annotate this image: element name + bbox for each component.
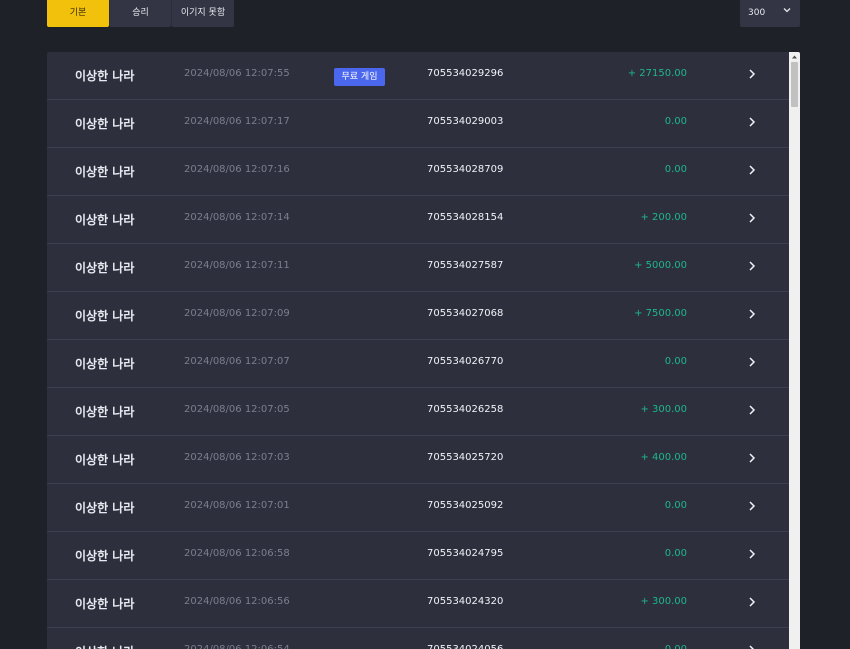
history-row[interactable]: 이상한 나라 2024/08/06 12:06:56 705534024320 + 3… [47, 580, 789, 628]
bet-time: 2024/08/06 12:07:07 [184, 356, 290, 367]
bet-time: 2024/08/06 12:06:56 [184, 596, 290, 607]
chevron-right-icon [749, 165, 756, 175]
chevron-right-icon [749, 405, 756, 415]
win-amount: 0.00 [664, 548, 687, 559]
game-name: 이상한 나라 [75, 643, 134, 649]
tab-default[interactable]: 기본 [47, 0, 109, 27]
game-name: 이상한 나라 [75, 405, 135, 419]
win-amount: + 7500.00 [634, 308, 687, 319]
game-name: 이상한 나라 [75, 597, 135, 611]
history-row[interactable]: 이상한 나라 2024/08/06 12:07:05 705534026258 + 3… [47, 388, 789, 436]
bet-time: 2024/08/06 12:06:58 [184, 548, 290, 559]
round-id: 705534025092 [427, 500, 504, 511]
bet-time: 2024/08/06 12:07:16 [184, 164, 290, 175]
game-name: 이상한 나라 [75, 117, 135, 131]
bet-time: 2024/08/06 12:07:55 [184, 68, 290, 79]
history-row[interactable]: 이상한 나라 2024/08/06 12:07:07 705534026770 0.0… [47, 340, 789, 388]
chevron-down-icon [783, 8, 791, 13]
bet-time: 2024/08/06 12:07:11 [184, 260, 290, 271]
chevron-right-icon [749, 69, 756, 79]
bet-time: 2024/08/06 12:07:01 [184, 500, 290, 511]
game-name: 이상한 나라 [75, 261, 135, 275]
chevron-right-icon [749, 645, 755, 649]
page-size-select[interactable]: 300 [740, 0, 800, 27]
round-id: 705534026770 [427, 356, 504, 367]
chevron-right-icon [749, 261, 756, 271]
win-amount: 0.00 [664, 500, 687, 511]
win-amount: 0.00 [664, 116, 687, 127]
round-id: 705534027068 [427, 308, 504, 319]
chevron-right-icon [749, 309, 756, 319]
win-amount: + 300.00 [640, 404, 687, 415]
history-row[interactable]: 이상한 나라 2024/08/06 12:06:58 705534024795 0.0… [47, 532, 789, 580]
history-row[interactable]: 이상한 나라 2024/08/06 12:07:17 705534029003 0.0… [47, 100, 789, 148]
bet-time: 2024/08/06 12:07:09 [184, 308, 290, 319]
round-id: 705534028154 [427, 212, 504, 223]
game-name: 이상한 나라 [75, 165, 135, 179]
bet-time: 2024/08/06 12:07:03 [184, 452, 290, 463]
game-name: 이상한 나라 [75, 501, 135, 515]
round-id: 705534026258 [427, 404, 504, 415]
round-id: 705534029296 [427, 68, 504, 79]
tab-win[interactable]: 승리 [109, 0, 171, 27]
win-amount: 0.00 [664, 164, 687, 175]
game-name: 이상한 나라 [75, 309, 135, 323]
round-id: 705534024320 [427, 596, 504, 607]
history-row[interactable]: 이상한 나라 2024/08/06 12:07:11 705534027587 + 5… [47, 244, 789, 292]
history-list: 이상한 나라 2024/08/06 12:07:55 무료 게임 7055340292… [47, 52, 800, 649]
history-row[interactable]: 이상한 나라 2024/08/06 12:07:55 무료 게임 7055340292… [47, 52, 789, 100]
chevron-right-icon [749, 357, 756, 367]
game-name: 이상한 나라 [75, 357, 135, 371]
bet-time: 2024/08/06 12:07:14 [184, 212, 290, 223]
scrollbar[interactable] [789, 52, 800, 649]
win-amount: + 200.00 [640, 212, 687, 223]
bet-time: 2024/08/06 12:07:05 [184, 404, 290, 415]
chevron-right-icon [749, 597, 756, 607]
tab-no-win[interactable]: 이기지 못함 [171, 0, 234, 27]
round-id: 705534029003 [427, 116, 504, 127]
game-name: 이상한 나라 [75, 549, 135, 563]
round-id: 705534027587 [427, 260, 504, 271]
round-id: 705534024795 [427, 548, 504, 559]
chevron-right-icon [749, 453, 756, 463]
win-amount: + 5000.00 [634, 260, 687, 271]
win-amount: 0.00 [665, 644, 687, 649]
game-name: 이상한 나라 [75, 213, 135, 227]
game-name: 이상한 나라 [75, 69, 135, 83]
bet-time: 2024/08/06 12:06:54 [184, 644, 290, 649]
scroll-up-arrow-icon[interactable] [789, 52, 800, 62]
win-amount: + 27150.00 [627, 68, 687, 79]
win-amount: + 400.00 [640, 452, 687, 463]
free-game-badge: 무료 게임 [334, 68, 385, 86]
win-amount: 0.00 [664, 356, 687, 367]
page-size-value: 300 [748, 8, 766, 18]
chevron-right-icon [749, 501, 756, 511]
win-amount: + 300.00 [640, 596, 687, 607]
game-name: 이상한 나라 [75, 453, 135, 467]
history-row[interactable]: 이상한 나라 2024/08/06 12:07:01 705534025092 0.0… [47, 484, 789, 532]
history-row[interactable]: 이상한 나라 2024/08/06 12:07:03 705534025720 + 4… [47, 436, 789, 484]
history-row[interactable]: 이상한 나라 2024/08/06 12:07:16 705534028709 0.0… [47, 148, 789, 196]
chevron-right-icon [749, 213, 756, 223]
scrollbar-thumb[interactable] [791, 62, 798, 107]
history-row[interactable]: 이상한 나라 2024/08/06 12:06:54 705534024056 0.0… [47, 628, 789, 649]
history-row[interactable]: 이상한 나라 2024/08/06 12:07:14 705534028154 + 2… [47, 196, 789, 244]
bet-time: 2024/08/06 12:07:17 [184, 116, 290, 127]
history-row[interactable]: 이상한 나라 2024/08/06 12:07:09 705534027068 + 7… [47, 292, 789, 340]
chevron-right-icon [749, 549, 756, 559]
round-id: 705534025720 [427, 452, 504, 463]
filter-tabs: 기본 승리 이기지 못함 [47, 0, 234, 27]
chevron-right-icon [749, 117, 756, 127]
round-id: 705534028709 [427, 164, 504, 175]
round-id: 705534024056 [427, 644, 503, 649]
